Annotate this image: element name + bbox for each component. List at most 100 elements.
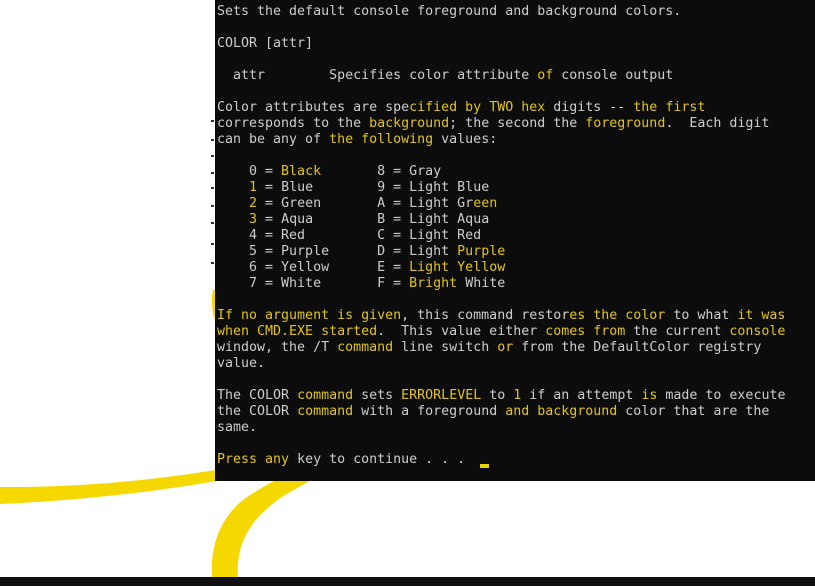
console-text-segment: [217, 196, 249, 211]
background-window-edge: [211, 172, 214, 174]
console-text-segment: if an attempt: [521, 388, 642, 403]
console-text-segment: of: [537, 68, 554, 83]
console-text-segment: White: [457, 276, 506, 291]
console-line: Press any key to continue . . .: [217, 452, 465, 468]
console-text-segment: een: [473, 196, 498, 211]
console-line: the COLOR command with a foreground and …: [217, 404, 769, 420]
console-line: when CMD.EXE started. This value either …: [217, 324, 785, 340]
console-text-segment: 4 = Red C = Light Red: [217, 228, 482, 243]
console-text-segment: 3: [249, 212, 258, 227]
background-window-edge: [211, 262, 214, 264]
console-line: If no argument is given, this command re…: [217, 308, 785, 324]
console-text-segment: the following: [329, 132, 434, 147]
console-text-segment: console output: [553, 68, 674, 83]
background-window-edge: [211, 139, 214, 141]
console-line: 4 = Red C = Light Red: [217, 228, 481, 244]
console-line: 1 = Blue 9 = Light Blue: [217, 180, 489, 196]
console-text-segment: 0 =: [217, 164, 282, 179]
console-text-segment: window, the /T: [217, 340, 338, 355]
console-line: 6 = Yellow E = Light Yellow: [217, 260, 505, 276]
console-text-segment: color that are the: [617, 404, 770, 419]
console-text-segment: 6 = Yellow E =: [217, 260, 410, 275]
console-text-segment: foreground: [585, 116, 666, 131]
console-text-segment: to: [481, 388, 514, 403]
console-text-segment: = Aqua B = Light Aqua: [257, 212, 490, 227]
console-line: Color attributes are specified by TWO he…: [217, 100, 705, 116]
console-text-segment: values:: [433, 132, 498, 147]
console-text-segment: es the color: [569, 308, 666, 323]
console-text-segment: [217, 212, 249, 227]
console-text-segment: . This value either: [377, 324, 546, 339]
console-text-segment: key to continue . . .: [289, 452, 466, 467]
console-text-segment: console: [729, 324, 786, 339]
console-line: 5 = Purple D = Light Purple: [217, 244, 505, 260]
console-line: COLOR [attr]: [217, 36, 313, 52]
console-text-segment: digits --: [545, 100, 634, 115]
console-line: The COLOR command sets ERRORLEVEL to 1 i…: [217, 388, 785, 404]
console-text-segment: Purple: [457, 244, 506, 259]
console-text-segment: [217, 180, 249, 195]
console-text-segment: when CMD.EXE started: [217, 324, 378, 339]
console-text-segment: = Green A = Light Gr: [257, 196, 474, 211]
console-text-segment: line switch: [393, 340, 498, 355]
background-window-edge: [211, 120, 214, 122]
console-text-segment: from the DefaultColor registry: [513, 340, 762, 355]
background-window-edge: [211, 243, 214, 245]
background-window-edge: [211, 205, 214, 207]
console-line: 7 = White F = Bright White: [217, 276, 505, 292]
console-text-segment: same.: [217, 420, 258, 435]
console-line: 2 = Green A = Light Green: [217, 196, 497, 212]
console-line: same.: [217, 420, 257, 436]
background-window-edge: [211, 187, 214, 189]
background-window-edge: [211, 222, 214, 224]
console-text-segment: 8 = Gray: [321, 164, 442, 179]
text-cursor: [480, 464, 489, 468]
console-text-segment: Black: [281, 164, 322, 179]
console-line: value.: [217, 356, 265, 372]
console-text-segment: 2: [249, 196, 258, 211]
console-text-segment: the COLOR: [217, 404, 298, 419]
console-text-segment: value.: [217, 356, 266, 371]
console-text-segment: can be any of: [217, 132, 330, 147]
console-line: attr Specifies color attribute of consol…: [217, 68, 673, 84]
console-text-segment: and background: [505, 404, 618, 419]
console-text-segment: the current: [625, 324, 730, 339]
console-text-segment: COLOR [attr]: [217, 36, 314, 51]
console-text-segment: = Blue 9 = Light Blue: [257, 180, 490, 195]
console-text-segment: , this command restor: [401, 308, 570, 323]
console-text-segment: sets: [353, 388, 402, 403]
console-text-segment: made to execute: [657, 388, 786, 403]
console-text-segment: comes from: [545, 324, 626, 339]
console-window[interactable]: Sets the default console foreground and …: [215, 0, 815, 481]
console-text-segment: Press any: [217, 452, 290, 467]
console-line: 0 = Black 8 = Gray: [217, 164, 441, 180]
console-text-segment: Sets the default console foreground and …: [217, 4, 682, 19]
console-text-segment: Color attributes are spe: [217, 100, 410, 115]
console-text-segment: is: [641, 388, 658, 403]
console-text-segment: The COLOR: [217, 388, 298, 403]
console-text-segment: 1: [249, 180, 258, 195]
console-text-segment: corresponds to the: [217, 116, 370, 131]
taskbar: [0, 577, 815, 586]
console-text-segment: 7 = White F =: [217, 276, 410, 291]
console-text-segment: . Each digit: [665, 116, 770, 131]
console-text-segment: command: [297, 404, 354, 419]
console-line: window, the /T command line switch or fr…: [217, 340, 761, 356]
background-window-edge: [211, 155, 214, 157]
console-text-segment: background: [369, 116, 450, 131]
console-text-segment: the first: [633, 100, 706, 115]
console-text-segment: or: [497, 340, 514, 355]
console-text-segment: command: [297, 388, 354, 403]
console-text-segment: ERRORLEVEL: [401, 388, 482, 403]
console-text-segment: to what: [665, 308, 738, 323]
console-line: can be any of the following values:: [217, 132, 497, 148]
console-text-segment: cified by TWO hex: [409, 100, 546, 115]
console-text-segment: If no argument is given: [217, 308, 402, 323]
console-text-segment: attr Specifies color attribute: [217, 68, 538, 83]
console-text-segment: it was: [737, 308, 786, 323]
console-line: corresponds to the background; the secon…: [217, 116, 769, 132]
console-text-segment: with a foreground: [353, 404, 506, 419]
console-text-segment: 5 = Purple D = Light: [217, 244, 458, 259]
console-text-segment: ; the second the: [449, 116, 586, 131]
console-line: 3 = Aqua B = Light Aqua: [217, 212, 489, 228]
